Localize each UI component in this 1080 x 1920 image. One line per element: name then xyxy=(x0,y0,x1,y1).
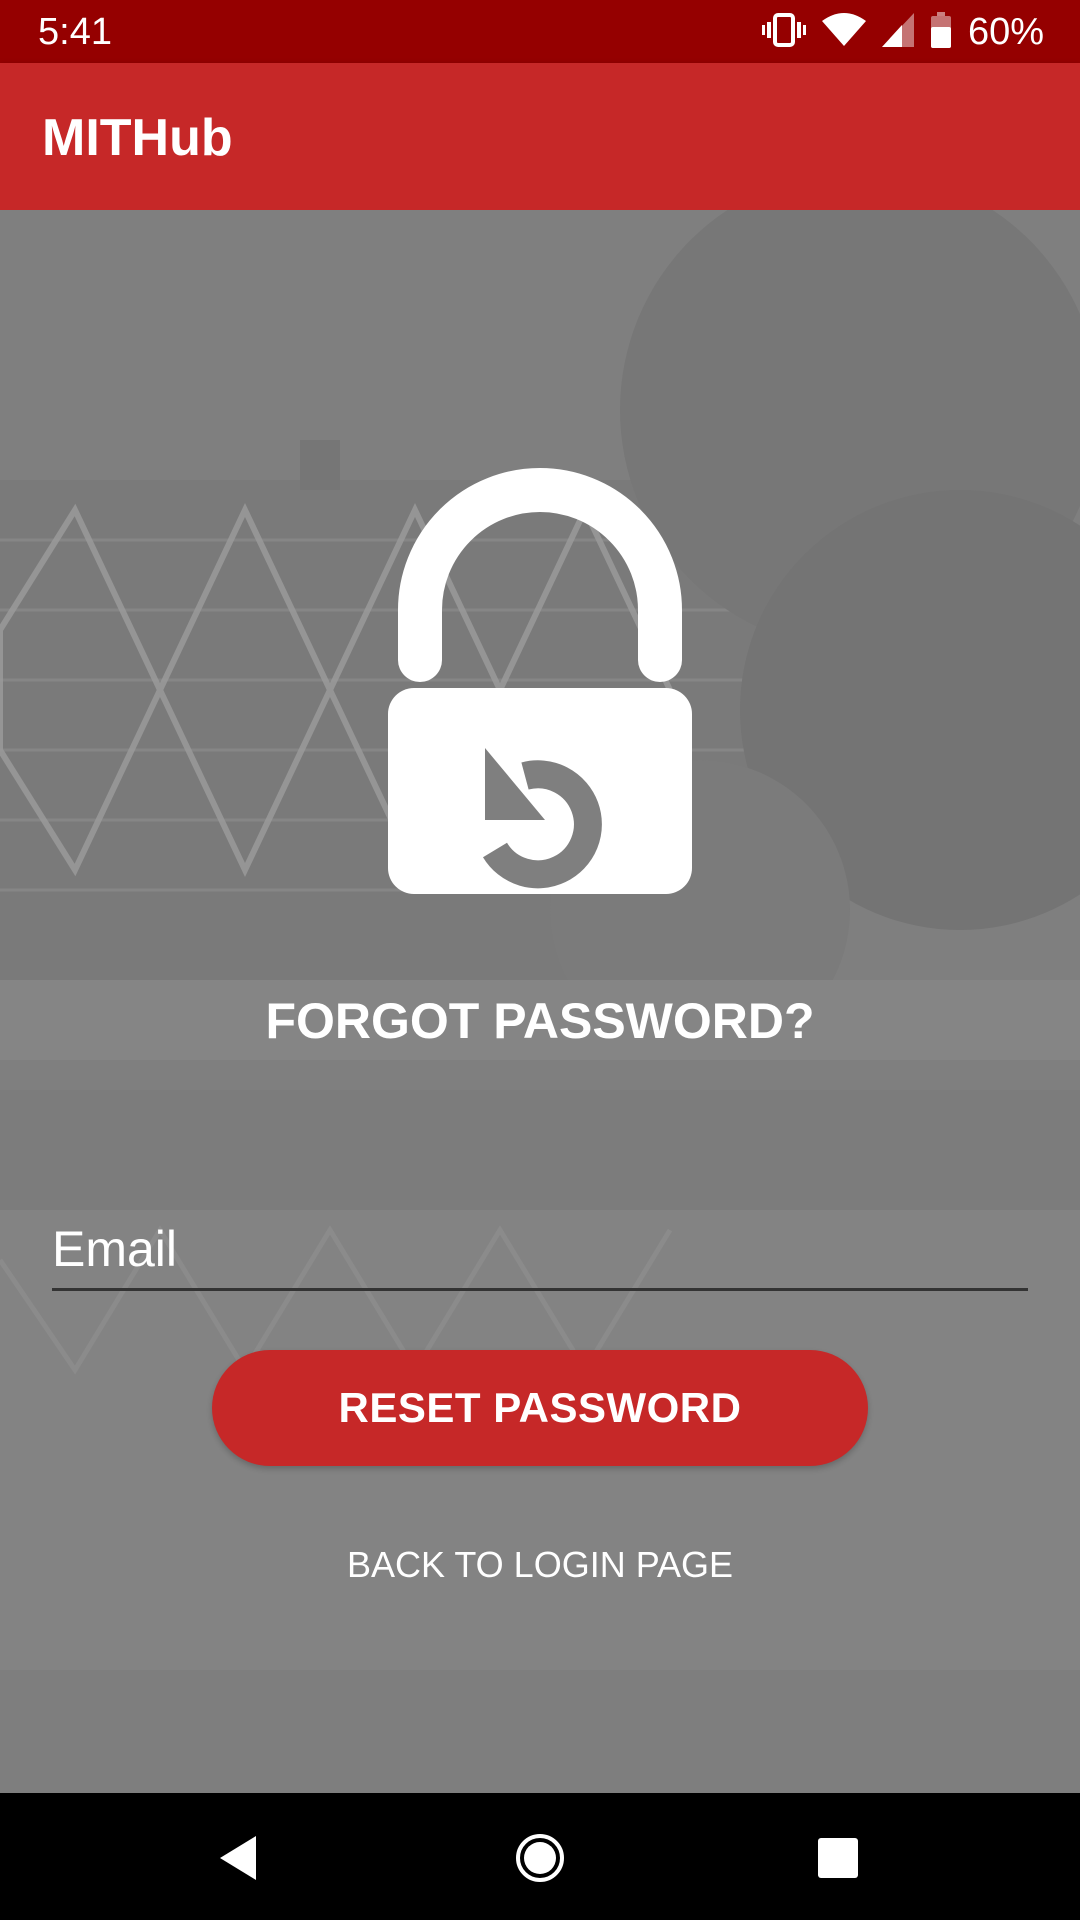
battery-icon xyxy=(930,11,952,53)
signal-icon xyxy=(881,12,914,52)
reset-password-button[interactable]: RESET PASSWORD xyxy=(212,1350,868,1466)
email-field[interactable] xyxy=(52,1210,1028,1291)
home-icon[interactable] xyxy=(495,1813,585,1903)
back-icon[interactable] xyxy=(193,1813,283,1903)
status-bar: 5:41 60% xyxy=(0,0,1080,63)
wifi-icon xyxy=(821,12,866,52)
vibrate-icon xyxy=(761,12,806,52)
app-title: MITHub xyxy=(42,109,233,167)
battery-percent: 60% xyxy=(967,11,1044,53)
navigation-bar xyxy=(0,1793,1080,1920)
recents-icon[interactable] xyxy=(793,1813,883,1903)
status-icons: 60% xyxy=(761,8,1044,56)
back-to-login-link[interactable]: BACK TO LOGIN PAGE xyxy=(0,1543,1080,1587)
app-bar: MITHub xyxy=(0,63,1080,210)
forgot-password-screen: FORGOT PASSWORD? RESET PASSWORD BACK TO … xyxy=(0,210,1080,1793)
status-time: 5:41 xyxy=(38,11,112,53)
page-title: FORGOT PASSWORD? xyxy=(265,993,815,1049)
lock-reset-icon xyxy=(388,468,692,894)
